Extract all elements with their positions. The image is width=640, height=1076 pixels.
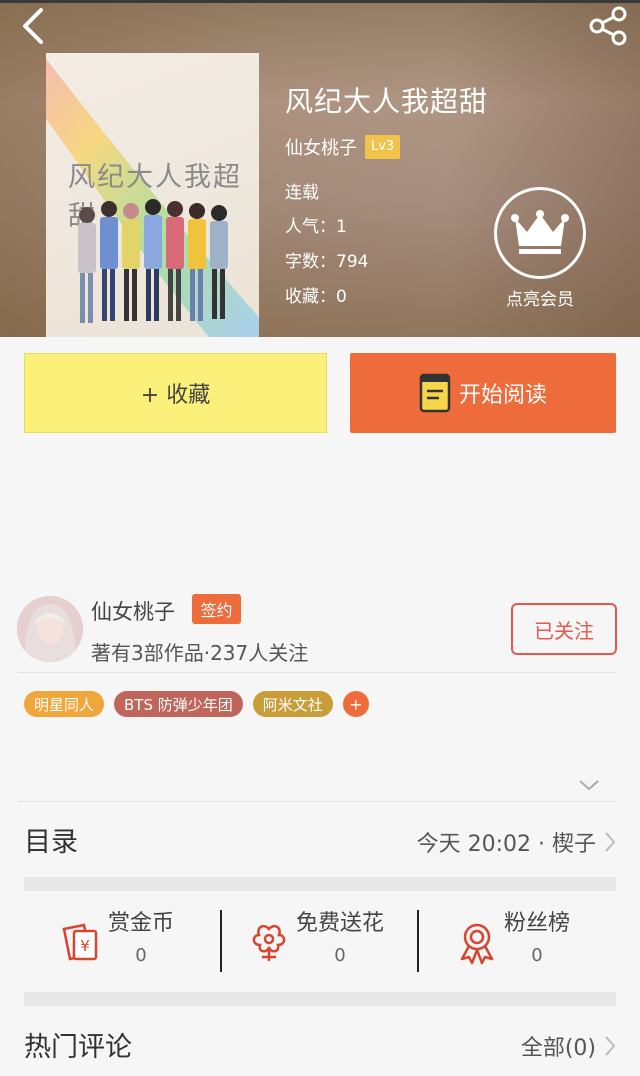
start-reading-label: 开始阅读 <box>458 383 547 408</box>
divider <box>17 801 616 802</box>
favorite-button[interactable]: + 收藏 <box>24 353 327 433</box>
toc-title[interactable]: 目录 <box>24 820 78 859</box>
stat-label: 免费送花 <box>296 911 385 936</box>
book-word-count: 字数：794 <box>285 252 369 272</box>
stat-value: 0 <box>334 945 346 966</box>
book-favorites: 收藏：0 <box>285 287 347 307</box>
chevron-right-icon <box>605 832 616 852</box>
book-popularity: 人气：1 <box>285 217 347 237</box>
all-comments-link[interactable]: 全部(0) <box>521 1030 616 1062</box>
level-badge: Lv3 <box>365 135 401 159</box>
back-button[interactable] <box>14 6 50 46</box>
follow-label: 已关注 <box>534 618 594 643</box>
send-flower-button[interactable]: 免费送花 0 <box>246 905 384 975</box>
share-button[interactable] <box>586 4 630 48</box>
tag[interactable]: 阿米文社 <box>252 691 333 717</box>
fan-ranking-button[interactable]: 粉丝榜 0 <box>454 905 570 975</box>
svg-text:¥: ¥ <box>80 937 90 955</box>
stat-label: 粉丝榜 <box>504 911 571 936</box>
more-tags-button[interactable]: + <box>342 691 369 717</box>
book-cover[interactable]: 风纪大人我超甜 <box>46 53 259 337</box>
start-reading-button[interactable]: 开始阅读 <box>350 353 616 433</box>
stat-label: 赏金币 <box>108 911 175 936</box>
tag-list: 明星同人 BTS 防弹少年团 阿米文社 + <box>24 691 369 717</box>
cover-group-photo <box>78 199 228 323</box>
toc-latest-chapter[interactable]: 今天 20:02 · 楔子 <box>417 826 616 858</box>
red-envelope-icon: ¥ <box>62 923 98 961</box>
all-comments-label: 全部(0) <box>520 1036 596 1061</box>
vip-button[interactable]: 点亮会员 <box>492 187 588 310</box>
favorite-label: + 收藏 <box>140 383 211 408</box>
tag[interactable]: BTS 防弹少年团 <box>114 691 243 717</box>
hot-comments-title: 热门评论 <box>24 1032 132 1063</box>
share-icon <box>589 6 627 46</box>
vip-label: 点亮会员 <box>506 290 574 310</box>
book-icon <box>419 373 451 413</box>
signed-badge: 签约 <box>192 594 241 624</box>
separator <box>417 910 419 972</box>
flower-icon <box>252 924 286 961</box>
expand-chevron-icon[interactable] <box>578 778 600 792</box>
section-band <box>24 877 616 891</box>
crown-icon <box>511 210 569 254</box>
author-line[interactable]: 仙女桃子 Lv3 <box>285 134 401 160</box>
separator <box>220 910 222 972</box>
author-card-name[interactable]: 仙女桃子 <box>91 596 175 626</box>
avatar[interactable] <box>17 596 83 662</box>
section-band <box>24 992 616 1006</box>
tag[interactable]: 明星同人 <box>24 691 105 717</box>
author-stats: 著有3部作品·237人关注 <box>91 641 309 665</box>
chevron-left-icon <box>23 8 43 44</box>
avatar-image <box>17 596 83 662</box>
stat-value: 0 <box>135 945 147 966</box>
follow-button[interactable]: 已关注 <box>511 603 617 655</box>
stat-value: 0 <box>531 945 543 966</box>
medal-icon <box>460 923 494 965</box>
vip-circle <box>494 187 586 279</box>
author-name[interactable]: 仙女桃子 <box>285 134 357 160</box>
reward-coins-button[interactable]: ¥ 赏金币 0 <box>58 905 174 975</box>
divider <box>17 672 616 673</box>
book-header: 风纪大人我超甜 风纪大人我超甜 仙女桃子 Lv3 连载 人气：1 字数：794 … <box>0 0 640 337</box>
latest-chapter-text: 今天 20:02 · 楔子 <box>416 832 596 857</box>
chevron-right-icon <box>605 1036 616 1056</box>
book-status: 连载 <box>285 183 319 203</box>
book-title: 风纪大人我超甜 <box>285 85 489 118</box>
